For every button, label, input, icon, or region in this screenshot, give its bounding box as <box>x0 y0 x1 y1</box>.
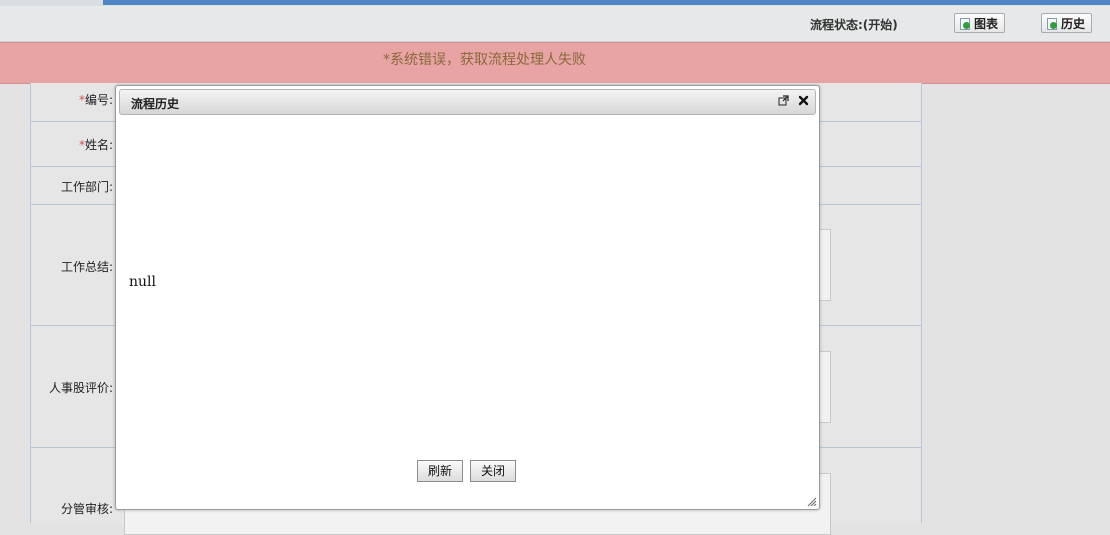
field-label-review: 分管审核: <box>60 502 113 516</box>
history-button[interactable]: 历史 <box>1041 13 1093 33</box>
dialog-content: null <box>129 274 156 290</box>
chart-button-label: 图表 <box>974 16 999 31</box>
error-banner: *系统错误，获取流程处理人失败 <box>0 42 1110 84</box>
chart-button[interactable]: 图表 <box>954 13 1006 33</box>
maximize-icon[interactable] <box>777 95 790 108</box>
field-label-number: *编号: <box>78 93 113 107</box>
dialog-title: 流程历史 <box>131 97 180 111</box>
chart-icon <box>959 17 972 30</box>
refresh-button[interactable]: 刷新 <box>417 460 464 482</box>
field-label-hr-evaluation: 人事股评价: <box>48 381 113 395</box>
resize-grip-icon[interactable] <box>805 495 817 507</box>
field-label-name: *姓名: <box>78 138 113 152</box>
toolbar: 流程状态:(开始) 图表 历史 <box>0 6 1110 42</box>
history-button-label: 历史 <box>1061 16 1086 31</box>
history-icon <box>1046 17 1059 30</box>
close-icon[interactable] <box>797 95 810 108</box>
history-dialog: 流程历史 null 刷新 关闭 <box>115 85 820 510</box>
error-message: *系统错误，获取流程处理人失败 <box>383 52 586 68</box>
top-banner-accent <box>103 0 1110 5</box>
workflow-status: 流程状态:(开始) <box>810 18 898 32</box>
dialog-header[interactable]: 流程历史 <box>119 89 816 115</box>
close-button[interactable]: 关闭 <box>470 460 517 482</box>
field-label-department: 工作部门: <box>60 180 113 194</box>
field-label-summary: 工作总结: <box>60 260 113 274</box>
